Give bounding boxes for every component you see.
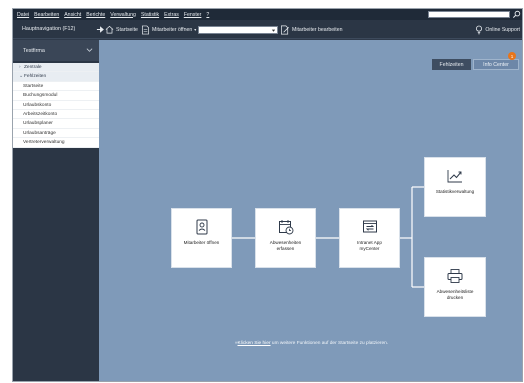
sidebar-item-urlaubskonto[interactable]: Urlaubskonto	[13, 101, 99, 110]
mitarbeiter-bearbeiten-label: Mitarbeiter bearbeiten	[292, 26, 343, 33]
card-label: Abwesenheitsliste drucken	[437, 289, 474, 300]
menu-berichte[interactable]: Berichte	[86, 12, 105, 18]
edit-document-icon	[281, 25, 289, 34]
transfer-window-icon	[362, 220, 377, 233]
card-label-line: Abwesenheiten	[269, 240, 302, 245]
menu-verwaltung[interactable]: Verwaltung	[110, 12, 136, 18]
card-label-line: Abwesenheitsliste	[436, 289, 474, 294]
sidebar-item-urlaubsplaner[interactable]: Urlaubsplaner	[13, 119, 99, 129]
card-label-line: myCenter	[359, 245, 380, 251]
sidebar-item-startseite[interactable]: Startseite	[13, 82, 99, 92]
card-label: Intranet App myCenter	[357, 240, 382, 251]
card-mitarbeiter-oeffnen[interactable]: Mitarbeiter öffnen	[171, 208, 232, 268]
startseite-label: Startseite	[116, 26, 138, 33]
toolbar: Hauptnavigation (F12) Startseite Mitarbe…	[13, 20, 522, 39]
menu-datei[interactable]: Datei	[17, 12, 29, 18]
search-icon[interactable]	[512, 10, 521, 19]
company-name: Testfirma	[23, 47, 45, 54]
mitarbeiter-bearbeiten-button[interactable]: Mitarbeiter bearbeiten	[280, 23, 342, 36]
sidebar-item-label: Zentrale	[24, 65, 42, 70]
mitarbeiter-oeffnen-button[interactable]: Mitarbeiter öffnen ▾	[141, 23, 196, 36]
customize-link[interactable]: Klicken Sie hier	[238, 341, 271, 346]
document-icon	[141, 25, 150, 34]
mitarbeiter-oeffnen-label: Mitarbeiter öffnen	[152, 26, 193, 33]
pin-icon[interactable]	[96, 25, 105, 34]
global-search-input[interactable]	[428, 11, 510, 18]
card-intranet-app[interactable]: Intranet App myCenter	[339, 208, 400, 268]
menu-statistik[interactable]: Statistik	[141, 12, 159, 18]
card-label-line: erfassen	[276, 245, 295, 251]
online-support-label: Online Support	[485, 26, 520, 33]
application-window: Datei Bearbeiten Ansicht Berichte Verwal…	[12, 8, 523, 382]
chevron-down-icon[interactable]	[86, 47, 93, 53]
calendar-clock-icon	[278, 220, 293, 235]
employee-badge-icon	[196, 219, 207, 235]
card-abwesenheiten-erfassen[interactable]: Abwesenheiten erfassen	[255, 208, 316, 268]
lightbulb-icon	[476, 25, 483, 34]
card-label: Mitarbeiter öffnen	[183, 240, 220, 245]
sidebar-item-zentrale[interactable]: › Zentrale	[13, 63, 99, 73]
sidebar-item-label: Fehlzeiten	[24, 74, 47, 80]
online-support-button[interactable]: Online Support	[475, 23, 520, 36]
company-selector[interactable]: Testfirma	[13, 40, 99, 61]
menu-bearbeiten[interactable]: Bearbeiten	[34, 12, 59, 18]
sidebar-item-buchungsmodul[interactable]: Buchungsmodul	[13, 91, 99, 101]
dropdown-arrow-icon[interactable]: ▾	[194, 27, 196, 32]
sidebar-item-urlaubsantraege[interactable]: Urlaubsanträge	[13, 129, 99, 139]
printer-icon	[447, 269, 463, 283]
home-icon	[105, 25, 114, 34]
sidebar-item-vertreterverwaltung[interactable]: Vertreterverwaltung	[13, 138, 99, 148]
start-page-content: Fehlzeiten Info Center 1 Mitarbeiter öff…	[99, 40, 522, 381]
menu-extras[interactable]: Extras	[164, 12, 179, 18]
card-label: Abwesenheiten erfassen	[270, 240, 301, 251]
navigation-sidebar: Testfirma › Zentrale ⌄Fehlzeiten Startsei…	[13, 40, 99, 381]
sidebar-item-fehlzeiten[interactable]: ⌄Fehlzeiten	[13, 72, 99, 82]
card-statistikverwaltung[interactable]: Statistikverwaltung	[424, 157, 486, 217]
menu-ansicht[interactable]: Ansicht	[64, 12, 81, 18]
menu-bar: Datei Bearbeiten Ansicht Berichte Verwal…	[13, 9, 522, 20]
mitarbeiter-select[interactable]	[198, 26, 278, 34]
startseite-button[interactable]: Startseite	[105, 23, 138, 36]
card-label-line: Intranet App	[357, 240, 382, 245]
main-navigation-label[interactable]: Hauptnavigation (F12)	[22, 26, 75, 32]
sidebar-item-arbeitszeitkonto[interactable]: Arbeitszeitkonto	[13, 110, 99, 120]
card-label-line: drucken	[446, 294, 464, 300]
menu-fenster[interactable]: Fenster	[184, 12, 202, 18]
customize-hint: »Klicken Sie hier um weitere Funktionen …	[99, 341, 522, 346]
hint-text: um weitere Funktionen auf der Startseite…	[270, 341, 389, 346]
card-abwesenheitsliste-drucken[interactable]: Abwesenheitsliste drucken	[424, 257, 486, 317]
card-label: Statistikverwaltung	[435, 189, 475, 194]
menu-help[interactable]: ?	[206, 12, 209, 18]
line-chart-icon	[447, 170, 462, 183]
chevron-down-icon[interactable]	[271, 28, 276, 33]
sidebar-list: › Zentrale ⌄Fehlzeiten Startseite Buchung…	[13, 63, 99, 148]
